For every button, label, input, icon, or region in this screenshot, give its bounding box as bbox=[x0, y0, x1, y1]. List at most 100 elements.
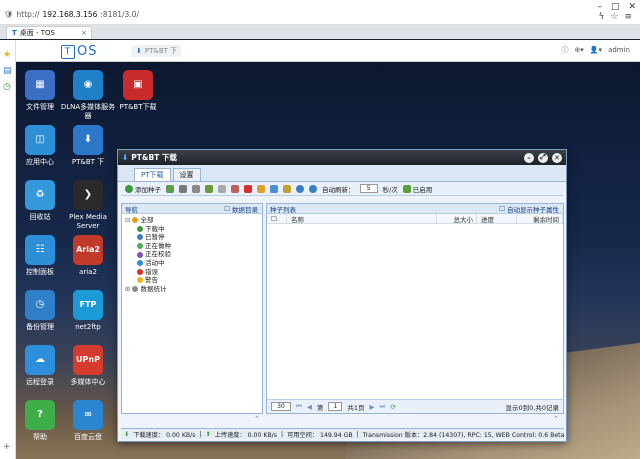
info-icon[interactable]: ⓘ bbox=[561, 45, 568, 55]
desktop-icon[interactable]: ◉ DLNA多媒体服务器 bbox=[60, 70, 116, 120]
minimize-window-icon[interactable]: – bbox=[524, 152, 534, 163]
version-info: Transmission 版本：2.84 (14307), RPC: 15, W… bbox=[362, 431, 564, 439]
tree-item[interactable]: 正在校验 bbox=[125, 250, 259, 259]
username[interactable]: admin bbox=[608, 46, 630, 54]
expand-icon[interactable]: ⊞ bbox=[125, 285, 130, 294]
page-number-input[interactable]: 1 bbox=[328, 402, 343, 411]
maximize-icon[interactable]: □ bbox=[611, 2, 620, 12]
delete-icon[interactable] bbox=[244, 184, 252, 193]
user-icon[interactable]: 👤▾ bbox=[590, 46, 602, 54]
enabled-toggle[interactable]: 已启用 bbox=[402, 184, 432, 194]
tree-item[interactable]: 错误 bbox=[125, 268, 259, 277]
checkmark-icon bbox=[402, 184, 411, 193]
history-icon[interactable]: ◷ bbox=[3, 82, 11, 92]
app-icon: ∞ bbox=[73, 400, 103, 430]
status-icon bbox=[137, 225, 143, 232]
expand-icon[interactable]: ⊟ bbox=[125, 216, 130, 225]
check-icon[interactable] bbox=[257, 184, 265, 193]
maximize-window-icon[interactable]: ⤢ bbox=[538, 152, 548, 163]
tree-item-label: 下载中 bbox=[145, 224, 165, 233]
menu-icon[interactable]: ≡ bbox=[624, 12, 632, 22]
first-page-icon[interactable]: ⏮ bbox=[296, 402, 302, 411]
app-icon: UPnP bbox=[73, 345, 103, 375]
prev-page-icon[interactable]: ◀ bbox=[307, 403, 312, 411]
reload-icon[interactable]: ⟳ bbox=[390, 403, 395, 411]
minimize-icon[interactable]: – bbox=[597, 2, 602, 12]
tree-item[interactable]: 活动中 bbox=[125, 259, 259, 268]
move-icon[interactable] bbox=[270, 184, 278, 193]
window-tabs: PT下载 设置 bbox=[118, 165, 566, 182]
window-title: PT&BT 下载 bbox=[131, 153, 177, 162]
desktop-icon[interactable]: FTP net2ftp bbox=[60, 290, 116, 332]
start-all-icon[interactable] bbox=[296, 184, 304, 193]
upload-speed: 上传速度： 0.00 KB/s bbox=[214, 431, 277, 439]
page-prefix: 第 bbox=[316, 403, 324, 412]
star-icon[interactable]: ☆ bbox=[610, 12, 618, 22]
desktop-icon[interactable]: UPnP 多媒体中心 bbox=[60, 345, 116, 387]
last-page-icon[interactable]: ⏭ bbox=[380, 402, 386, 411]
tree-item[interactable]: ⊟ 全部 bbox=[125, 216, 259, 225]
refresh-icon[interactable] bbox=[166, 184, 174, 193]
tree-item[interactable]: 警告 bbox=[125, 276, 259, 285]
refresh-interval-input[interactable]: 5 bbox=[359, 184, 378, 193]
reader-icon[interactable]: ▤ bbox=[3, 66, 12, 76]
download-speed: 下载速度： 0.00 KB/s bbox=[133, 431, 196, 439]
close-icon[interactable]: ✕ bbox=[628, 2, 636, 12]
tree-item-label: 警告 bbox=[145, 276, 158, 285]
page-size-select[interactable]: 30 bbox=[271, 402, 291, 411]
col-size[interactable]: 总大小 bbox=[437, 214, 477, 224]
tab-settings[interactable]: 设置 bbox=[172, 168, 201, 181]
tab-close-icon[interactable]: × bbox=[81, 29, 87, 37]
add-icon[interactable]: + bbox=[3, 442, 11, 452]
tree-item[interactable]: ⊞ 数据统计 bbox=[125, 285, 259, 294]
url-rest: :8181/3.0/ bbox=[100, 9, 139, 19]
favorites-icon[interactable]: ★ bbox=[3, 50, 11, 60]
close-window-icon[interactable]: ✕ bbox=[552, 152, 562, 163]
app-icon: ⬇ bbox=[122, 153, 129, 162]
globe-icon[interactable]: ⊕▾ bbox=[574, 46, 583, 54]
url-field[interactable]: 🛡 http://192.168.3.156:8181/3.0/ bbox=[4, 8, 139, 20]
desktop-icon[interactable]: ❯ Plex Media Server bbox=[60, 180, 116, 230]
browser-address-bar: 🛡 http://192.168.3.156:8181/3.0/ – □ ✕ ϟ… bbox=[0, 0, 640, 25]
collapse-left-icon[interactable]: ⌃ bbox=[254, 415, 260, 425]
desktop-icon[interactable]: Aria2 aria2 bbox=[60, 235, 116, 277]
tools-icon[interactable] bbox=[205, 184, 213, 193]
col-name[interactable]: 名称 bbox=[287, 214, 437, 224]
collapse-right-icon[interactable]: ⌃ bbox=[553, 415, 559, 425]
pager: 30 ⏮ ◀ 第 1 共1页 ▶ ⏭ ⟳ 显示0到0,共0记录 bbox=[267, 399, 563, 413]
url-host: 192.168.3.156 bbox=[42, 9, 98, 19]
app-icon: ? bbox=[25, 400, 55, 430]
add-icon bbox=[125, 184, 133, 193]
window-titlebar[interactable]: ⬇ PT&BT 下载 – ⤢ ✕ bbox=[118, 150, 566, 165]
browser-tab[interactable]: T 桌面 - TOS × bbox=[6, 26, 92, 39]
status-icon bbox=[137, 234, 143, 241]
taskbar-item-ptbt[interactable]: ⬇ PT&BT 下 bbox=[132, 45, 182, 57]
app-icon: ♻ bbox=[25, 180, 55, 210]
data-dir-checkbox[interactable]: ☐ 数据目录 bbox=[224, 204, 258, 214]
list-icon[interactable] bbox=[192, 184, 200, 193]
desktop-icon-label: PT&BT 下 bbox=[71, 158, 105, 166]
auto-show-checkbox[interactable]: ☐ 自动显示种子属性 bbox=[499, 204, 559, 214]
col-progress[interactable]: 进度 bbox=[477, 214, 517, 224]
tree-item[interactable]: 已暂停 bbox=[125, 233, 259, 242]
desktop-icon[interactable]: ∞ 百度云盘 bbox=[60, 400, 116, 442]
add-seed-button[interactable]: 添加种子 bbox=[125, 184, 161, 194]
tab-pt-download[interactable]: PT下载 bbox=[134, 168, 171, 181]
stop-all-icon[interactable] bbox=[309, 184, 317, 193]
app-icon: ☷ bbox=[25, 235, 55, 265]
lock-icon[interactable] bbox=[283, 184, 291, 193]
desktop-icon[interactable]: ⬇ PT&BT 下 bbox=[60, 125, 116, 167]
select-all-checkbox[interactable]: ☐ bbox=[267, 214, 287, 223]
next-page-icon[interactable]: ▶ bbox=[370, 403, 375, 411]
desktop-icon[interactable]: ▣ PT&BT下载 bbox=[110, 70, 166, 112]
pause-icon[interactable] bbox=[231, 184, 239, 193]
print-icon[interactable] bbox=[179, 184, 187, 193]
tree-item-label: 正在校验 bbox=[145, 250, 171, 259]
tree-item[interactable]: 下载中 bbox=[125, 225, 259, 234]
play-icon[interactable] bbox=[218, 184, 226, 193]
col-remaining[interactable]: 剩余时间 bbox=[517, 214, 563, 224]
app-icon: ❯ bbox=[73, 180, 103, 210]
tree-item-label: 错误 bbox=[145, 267, 158, 276]
desktop-icon-label: net2ftp bbox=[75, 323, 101, 331]
lightning-icon[interactable]: ϟ bbox=[598, 12, 604, 22]
